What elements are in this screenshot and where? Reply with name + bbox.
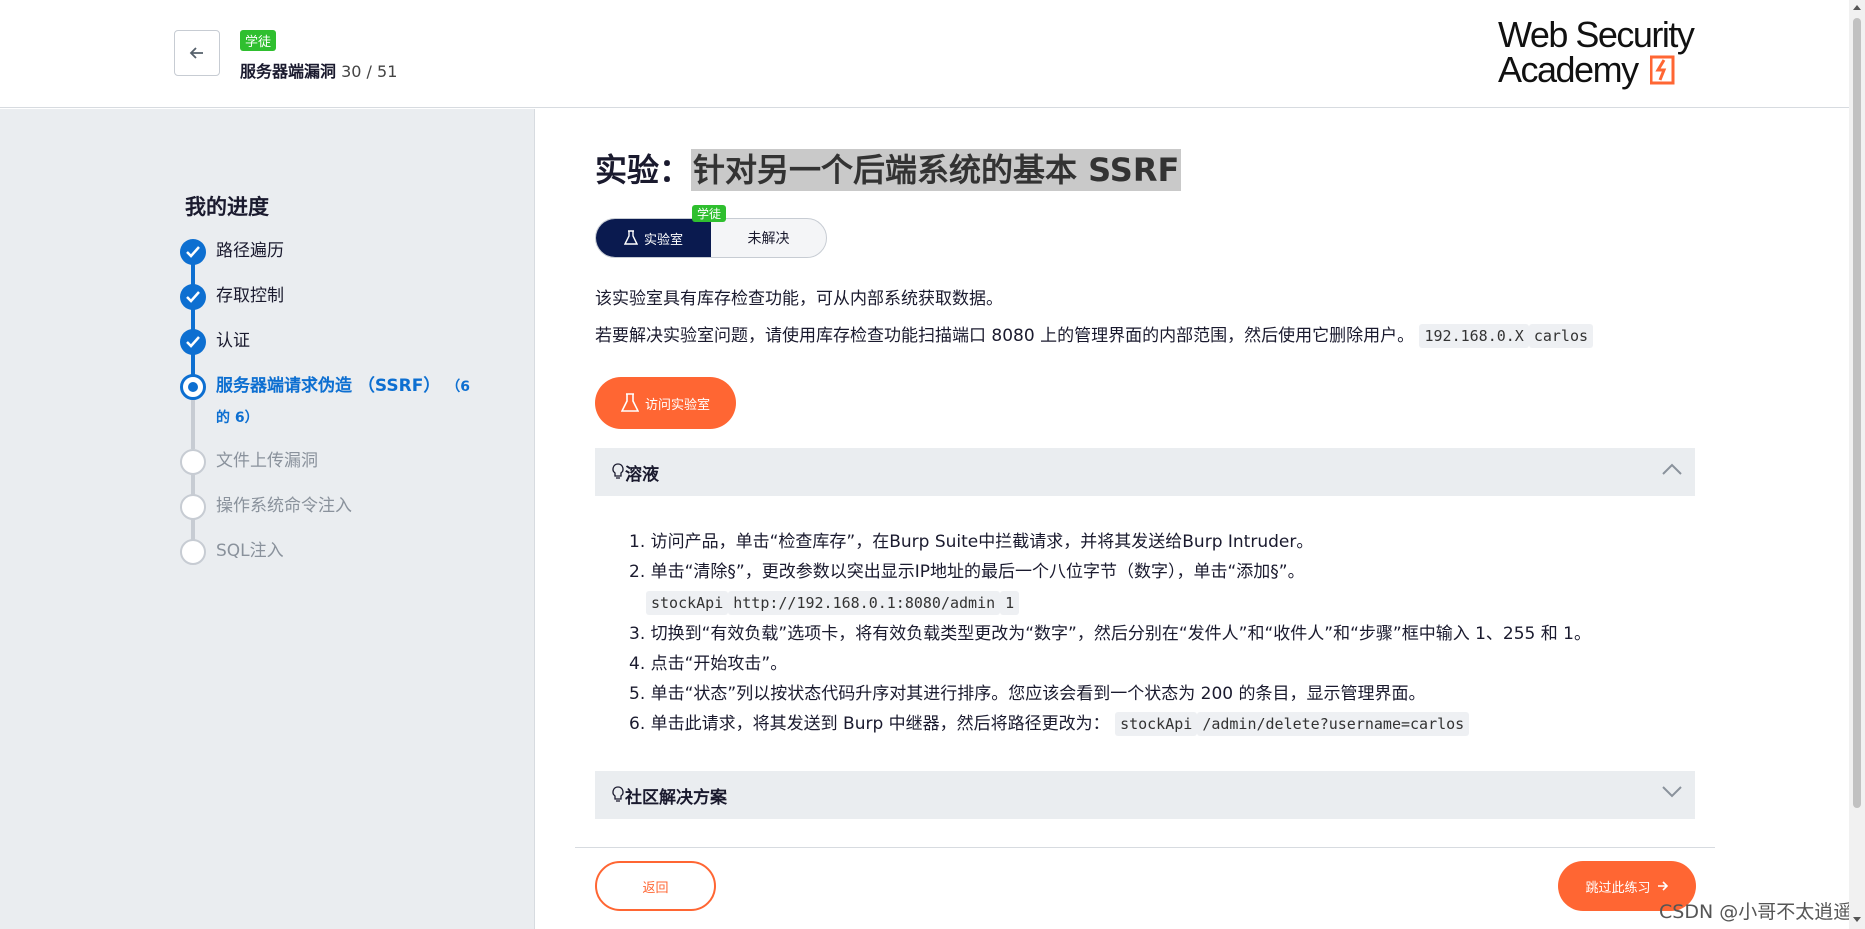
sidebar-item-os-command-injection[interactable]: 操作系统命令注入 xyxy=(180,491,500,541)
code-delete-path: /admin/delete?username=carlos xyxy=(1197,712,1470,736)
lab-title-highlight: 针对另一个后端系统的基本 SSRF xyxy=(691,149,1182,191)
solution-step: 1. 访问产品，单击“检查库存”，在Burp Suite中拦截请求，并将其发送给… xyxy=(629,532,1314,552)
lightbulb-icon xyxy=(612,463,624,479)
sidebar-item-file-upload[interactable]: 文件上传漏洞 xyxy=(180,446,500,496)
lab-title-prefix: 实验： xyxy=(595,151,692,189)
sidebar-item-label: 操作系统命令注入 xyxy=(216,496,352,516)
solution-step: 6. 单击此请求，将其发送到 Burp 中继器，然后将路径更改为： xyxy=(629,714,1110,734)
lab-description-2: 若要解决实验室问题，请使用库存检查功能扫描端口 8080 上的管理界面的内部范围… xyxy=(595,321,1594,348)
empty-circle-icon xyxy=(180,449,206,475)
community-solutions-accordion-header[interactable]: 社区解决方案 xyxy=(595,771,1695,819)
sidebar-item-sql-injection[interactable]: SQL注入 xyxy=(180,536,500,581)
solution-heading: 溶液 xyxy=(625,464,659,485)
lab-description-2-text: 若要解决实验室问题，请使用库存检查功能扫描端口 8080 上的管理界面的内部范围… xyxy=(595,326,1415,346)
sidebar-item-label: 存取控制 xyxy=(216,286,284,306)
lab-status-pill: 实验室 未解决 xyxy=(595,218,827,258)
return-button[interactable]: 返回 xyxy=(595,861,716,911)
solution-step-2-code: stockApi http://192.168.0.1:8080/admin 1 xyxy=(629,588,1689,618)
logo-line1: Web Security xyxy=(1498,14,1695,55)
pill-level-badge: 学徒 xyxy=(692,205,727,222)
csdn-watermark: CSDN @小哥不太逍遥 xyxy=(1659,901,1853,923)
lab-description-1: 该实验室具有库存检查功能，可从内部系统获取数据。 xyxy=(595,289,1003,309)
check-icon xyxy=(180,239,206,265)
code-url: http://192.168.0.1:8080/admin xyxy=(728,591,1001,615)
progress-heading: 我的进度 xyxy=(185,195,269,219)
topic-title: 服务器端漏洞 30 / 51 xyxy=(240,58,397,82)
lab-pill-label: 实验室 xyxy=(643,232,683,248)
solution-body: 1. 访问产品，单击“检查库存”，在Burp Suite中拦截请求，并将其发送给… xyxy=(629,527,1689,739)
empty-circle-icon xyxy=(180,539,206,565)
solution-step: 3. 切换到“有效负载”选项卡，将有效负载类型更改为“数字”，然后分别在“发件人… xyxy=(629,624,1591,644)
lightning-icon xyxy=(1650,55,1675,85)
sidebar-item-ssrf-label: 服务器端请求伪造 （SSRF） xyxy=(216,376,441,396)
check-icon xyxy=(180,329,206,355)
topic-progress: 30 / 51 xyxy=(341,62,398,81)
scroll-down-arrow-icon[interactable] xyxy=(1853,917,1861,922)
code-username: carlos xyxy=(1528,324,1594,348)
main-content: 实验：针对另一个后端系统的基本 SSRF 学徒 实验室 未解决 该实验室具有库存… xyxy=(575,109,1715,929)
sidebar-item-label: SQL注入 xyxy=(216,541,284,561)
code-octet: 1 xyxy=(1000,591,1020,615)
access-lab-button[interactable]: 访问实验室 xyxy=(595,377,736,429)
back-button[interactable] xyxy=(174,30,220,76)
current-step-icon xyxy=(180,374,206,400)
chevron-up-icon xyxy=(1662,463,1682,475)
sidebar-item-path-traversal[interactable]: 路径遍历 xyxy=(180,236,500,286)
page-scrollbar[interactable] xyxy=(1849,0,1865,929)
solution-step: 5. 单击“状态”列以按状态代码升序对其进行排序。您应该会看到一个状态为 200… xyxy=(629,684,1426,704)
level-badge: 学徒 xyxy=(240,30,277,51)
lab-pill: 实验室 xyxy=(596,219,711,257)
topic-name: 服务器端漏洞 xyxy=(240,62,337,81)
flask-icon xyxy=(620,393,639,412)
solution-step: 2. 单击“清除§”，更改参数以突出显示IP地址的最后一个八位字节（数字），单击… xyxy=(629,562,1305,582)
sidebar-item-label: 文件上传漏洞 xyxy=(216,451,318,471)
sidebar-item-label: 服务器端请求伪造 （SSRF） （6 的 6） xyxy=(216,371,486,433)
scrollbar-thumb[interactable] xyxy=(1853,18,1861,808)
code-param: stockApi xyxy=(646,591,729,615)
community-heading: 社区解决方案 xyxy=(625,787,727,808)
status-pill-unsolved: 未解决 xyxy=(747,231,790,247)
progress-sidebar: 我的进度 路径遍历 存取控制 认证 服务器端请求伪造 （SSRF） （6 的 6… xyxy=(0,109,535,929)
lab-title: 实验：针对另一个后端系统的基本 SSRF xyxy=(595,145,1182,191)
solution-step: 4. 点击“开始攻击”。 xyxy=(629,654,788,674)
chevron-down-icon xyxy=(1662,786,1682,798)
skip-exercise-label: 跳过此练习 xyxy=(1585,880,1651,896)
arrow-left-icon xyxy=(189,47,203,59)
page-header: 学徒 服务器端漏洞 30 / 51 Web Security Academy xyxy=(0,0,1849,108)
sidebar-item-access-control[interactable]: 存取控制 xyxy=(180,281,500,331)
check-icon xyxy=(180,284,206,310)
footer-divider xyxy=(575,847,1715,848)
sidebar-item-ssrf[interactable]: 服务器端请求伪造 （SSRF） （6 的 6） xyxy=(180,371,500,449)
lightbulb-icon xyxy=(612,786,624,802)
web-security-academy-logo[interactable]: Web Security Academy xyxy=(1498,17,1698,92)
empty-circle-icon xyxy=(180,494,206,520)
code-ip-range: 192.168.0.X xyxy=(1419,324,1529,348)
arrow-right-icon xyxy=(1657,881,1668,891)
solution-accordion-header[interactable]: 溶液 xyxy=(595,448,1695,496)
sidebar-item-label: 认证 xyxy=(216,331,250,351)
solution-step-6: 6. 单击此请求，将其发送到 Burp 中继器，然后将路径更改为： stockA… xyxy=(629,709,1689,739)
sidebar-item-authentication[interactable]: 认证 xyxy=(180,326,500,376)
code-param: stockApi xyxy=(1115,712,1198,736)
access-lab-label: 访问实验室 xyxy=(644,397,710,413)
sidebar-item-label: 路径遍历 xyxy=(216,241,284,261)
flask-icon xyxy=(623,230,638,245)
solution-steps: 1. 访问产品，单击“检查库存”，在Burp Suite中拦截请求，并将其发送给… xyxy=(629,527,1689,739)
scroll-up-arrow-icon[interactable] xyxy=(1853,5,1861,10)
topic-list: 路径遍历 存取控制 认证 服务器端请求伪造 （SSRF） （6 的 6） 文件上… xyxy=(180,236,500,581)
